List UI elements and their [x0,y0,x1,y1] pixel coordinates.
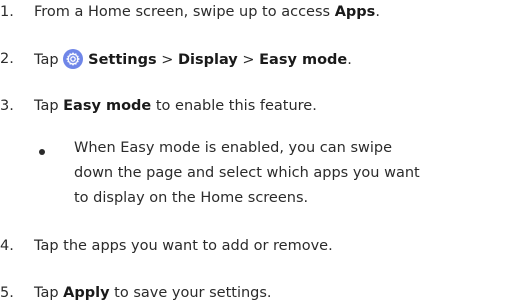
step-text-part: . [375,4,380,20]
step-number: 2. [0,51,14,67]
path-separator: > [237,52,260,68]
step-text-part: From a Home screen, swipe up to access [34,4,335,20]
bullet-icon [39,149,45,155]
step-number: 5. [0,285,14,301]
easy-mode-term: Easy mode [63,98,152,114]
step-number: 3. [0,98,14,114]
step-text-part: Tap [34,285,64,301]
bullet-line: to display on the Home screens. [74,190,309,206]
step-number: 4. [0,238,14,254]
step-text-part: Tap [34,98,64,114]
apps-term: Apps [334,4,376,20]
step-text-part: . [347,52,352,68]
step-text: Tap Apply to save your settings. [34,283,272,304]
step-text: From a Home screen, swipe up to access A… [34,2,380,23]
step-text-part: to enable this feature. [151,98,317,114]
settings-gear-icon [63,49,84,69]
step-text: Tap the apps you want to add or remove. [34,238,333,254]
step-text: Tap Easy mode to enable this feature. [34,96,317,117]
bullet-line: down the page and select which apps you … [74,165,420,181]
path-separator: > [156,52,178,68]
apply-term: Apply [63,285,110,301]
step-text-part: to save your settings. [109,285,272,301]
settings-term: Settings [88,52,157,68]
instruction-list: 1. From a Home screen, swipe up to acces… [0,0,511,305]
display-term: Display [177,52,238,68]
bullet-line: When Easy mode is enabled, you can swipe [74,140,393,156]
step-text: Tap Settings > Display > Easy mode. [34,49,352,71]
bullet-text: When Easy mode is enabled, you can swipe… [74,136,504,211]
easy-mode-term: Easy mode [259,52,348,68]
step-text-part: Tap [34,52,64,68]
step-number: 1. [0,4,14,20]
